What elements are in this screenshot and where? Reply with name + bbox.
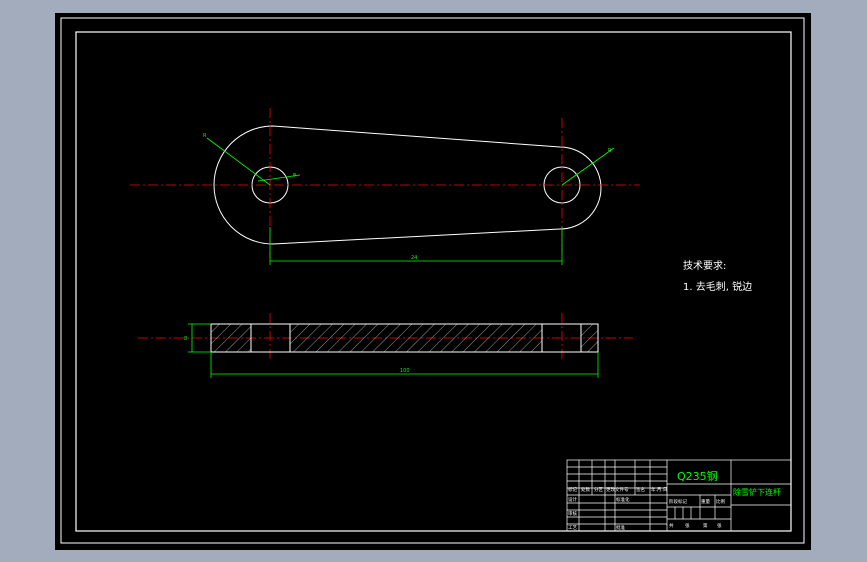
- technical-requirement-item: 1. 去毛刺, 锐边: [683, 282, 753, 293]
- tb-label-sheets-2: 张: [717, 522, 722, 529]
- hatch-right: [580, 323, 599, 353]
- cad-drawing-viewport[interactable]: R φ R 24 100 8 标记 处数 分区 更改文件号 签名 年.月.日 设…: [55, 13, 811, 550]
- part-name-label: 除雪铲下连杆: [733, 487, 781, 497]
- tb-label-stage: 阶段标记: [669, 498, 687, 505]
- radius-leader-left: [206, 137, 271, 186]
- tb-label-weight: 重量: [701, 498, 710, 505]
- tb-label-signature: 签名: [636, 486, 645, 493]
- centerlines: [130, 108, 640, 361]
- tb-label-scale: 比例: [716, 498, 725, 505]
- tb-label-standard: 标准化: [616, 496, 630, 503]
- radius-leader-right: [561, 147, 615, 186]
- hatch-middle: [289, 323, 543, 353]
- center-distance-label: 24: [411, 255, 417, 261]
- tb-label-review: 审核: [568, 510, 577, 517]
- tb-label-mark: 标记: [568, 486, 577, 493]
- tb-label-design: 设计: [568, 496, 577, 503]
- hole-left-label: φ: [293, 172, 297, 178]
- tb-label-sheets-1: 张: [685, 522, 690, 529]
- tb-label-zone: 分区: [594, 486, 603, 493]
- tb-label-count: 处数: [581, 486, 590, 493]
- tb-label-date: 年.月.日: [651, 486, 667, 493]
- tb-label-approve: 批准: [616, 524, 625, 531]
- hatch-left: [210, 323, 252, 353]
- material-label: Q235钢: [677, 470, 718, 483]
- tb-label-total: 共: [669, 522, 674, 529]
- tb-label-page: 第: [703, 522, 708, 529]
- radius-left-label: R: [203, 133, 207, 139]
- thickness-label: 8: [184, 336, 187, 342]
- tb-label-process: 工艺: [568, 525, 577, 531]
- tb-label-change-doc: 更改文件号: [606, 486, 629, 493]
- radius-right-label: R: [608, 148, 612, 154]
- top-view-dimensions: [206, 137, 615, 265]
- length-label: 100: [400, 368, 410, 374]
- technical-requirements-title: 技术要求:: [683, 261, 727, 272]
